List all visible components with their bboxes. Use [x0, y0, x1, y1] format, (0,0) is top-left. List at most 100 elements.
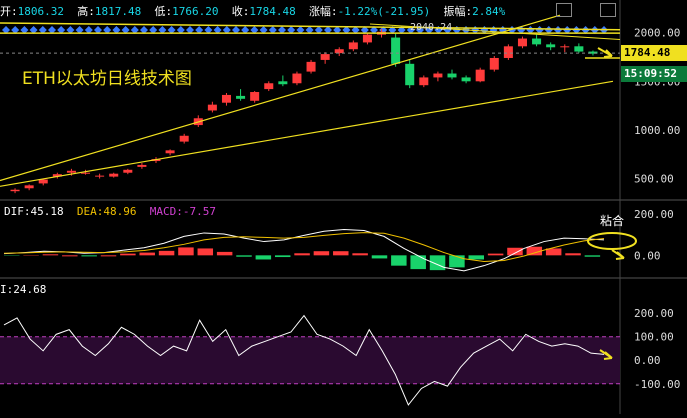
candle-body	[433, 74, 442, 78]
rsi-y-tick: -100.00	[634, 378, 680, 391]
candle-body	[574, 46, 583, 51]
candle-body	[67, 171, 76, 173]
calendar-icon[interactable]	[556, 3, 572, 17]
low-label: 低:	[154, 5, 172, 18]
dea-line	[4, 233, 604, 262]
candle-body	[123, 170, 132, 173]
macd-label: MACD:	[150, 205, 183, 218]
candle-body	[81, 173, 90, 174]
candle-body	[560, 46, 569, 47]
descending-line	[370, 24, 620, 40]
macd-histogram-bar	[449, 255, 464, 267]
candle-body	[109, 174, 118, 177]
candle-body	[137, 165, 146, 167]
rsi-y-tick: 200.00	[634, 307, 674, 320]
last-price-tag: 1784.48	[621, 45, 687, 61]
high-value: 1817.48	[95, 5, 141, 18]
candle-body	[208, 105, 217, 111]
dif-value: 45.18	[31, 205, 64, 218]
candle-body	[222, 95, 231, 103]
rsi-readout: I:24.68	[0, 283, 46, 296]
macd-histogram-bar	[275, 255, 290, 257]
macd-histogram-bar	[488, 254, 503, 256]
rsi-label: I:	[0, 283, 13, 296]
main-y-tick: 2000.00	[634, 27, 680, 40]
candle-body	[292, 74, 301, 84]
convergence-circle	[588, 233, 636, 249]
dif-label: DIF:	[4, 205, 31, 218]
main-y-tick: 1000.00	[634, 124, 680, 137]
macd-readout: DIF:45.18 DEA:48.96 MACD:-7.57	[4, 205, 216, 218]
candle-body	[321, 54, 330, 60]
candle-body	[504, 46, 513, 58]
price-arrow	[598, 48, 612, 57]
candle-body	[11, 190, 20, 191]
candle-body	[405, 64, 414, 85]
candle-body	[476, 70, 485, 82]
dea-value: 48.96	[103, 205, 136, 218]
candle-body	[447, 74, 456, 78]
high-label: 高:	[77, 5, 95, 18]
settings-icon[interactable]	[600, 3, 616, 17]
macd-arrow	[612, 250, 624, 259]
macd-histogram-bar	[410, 255, 425, 269]
macd-histogram-bar	[101, 255, 116, 256]
peak-price-label: 2040.24	[410, 22, 452, 33]
candle-body	[335, 49, 344, 53]
macd-histogram-bar	[120, 254, 135, 256]
macd-histogram-bar	[139, 253, 154, 256]
macd-histogram-bar	[294, 253, 309, 255]
macd-histogram-bar	[565, 253, 580, 255]
close-label: 收:	[232, 5, 250, 18]
candle-body	[391, 38, 400, 64]
rsi-y-tick: 100.00	[634, 331, 674, 344]
trendline-lower	[0, 81, 613, 186]
rsi-value: 24.68	[13, 283, 46, 296]
candle-body	[236, 96, 245, 99]
change-label: 涨幅:	[309, 5, 338, 18]
oscillator-band	[0, 337, 620, 384]
rsi-y-tick: 0.00	[634, 354, 661, 367]
macd-histogram-bar	[507, 248, 522, 256]
candle-body	[546, 44, 555, 47]
macd-histogram-bar	[198, 248, 213, 255]
countdown-tag: 15:09:52	[621, 66, 687, 82]
candle-body	[95, 176, 104, 177]
dea-label: DEA:	[77, 205, 104, 218]
close-value: 1784.48	[249, 5, 295, 18]
macd-histogram-bar	[159, 251, 174, 255]
macd-histogram-bar	[256, 255, 271, 259]
macd-histogram-bar	[43, 254, 58, 255]
candle-body	[307, 62, 316, 72]
macd-value: -7.57	[183, 205, 216, 218]
amp-value: 2.84%	[472, 5, 505, 18]
macd-histogram-bar	[81, 255, 96, 256]
candle-body	[490, 58, 499, 70]
candle-body	[518, 39, 527, 47]
candle-body	[25, 185, 34, 188]
convergence-annotation: 粘合	[600, 212, 624, 229]
macd-histogram-bar	[62, 255, 77, 256]
candle-body	[264, 83, 273, 89]
main-y-tick: 500.00	[634, 173, 674, 186]
amp-label: 振幅:	[444, 5, 473, 18]
macd-histogram-bar	[585, 255, 600, 256]
candle-body	[419, 77, 428, 85]
candle-body	[166, 150, 175, 153]
candle-body	[39, 180, 48, 184]
macd-histogram-bar	[314, 251, 329, 255]
change-value: -1.22%(-21.95)	[338, 5, 431, 18]
candle-body	[349, 42, 358, 49]
macd-histogram-bar	[236, 255, 251, 256]
candle-body	[532, 39, 541, 45]
candle-body	[363, 35, 372, 43]
open-value: 1806.32	[18, 5, 64, 18]
ohlc-header: 开:1806.32 高:1817.48 低:1766.20 收:1784.48 …	[0, 3, 505, 19]
macd-histogram-bar	[178, 247, 193, 255]
macd-y-tick: 0.00	[634, 249, 661, 262]
candle-body	[250, 92, 259, 101]
macd-histogram-bar	[352, 253, 367, 255]
macd-histogram-bar	[469, 255, 484, 259]
open-label: 开:	[0, 5, 18, 18]
low-value: 1766.20	[172, 5, 218, 18]
